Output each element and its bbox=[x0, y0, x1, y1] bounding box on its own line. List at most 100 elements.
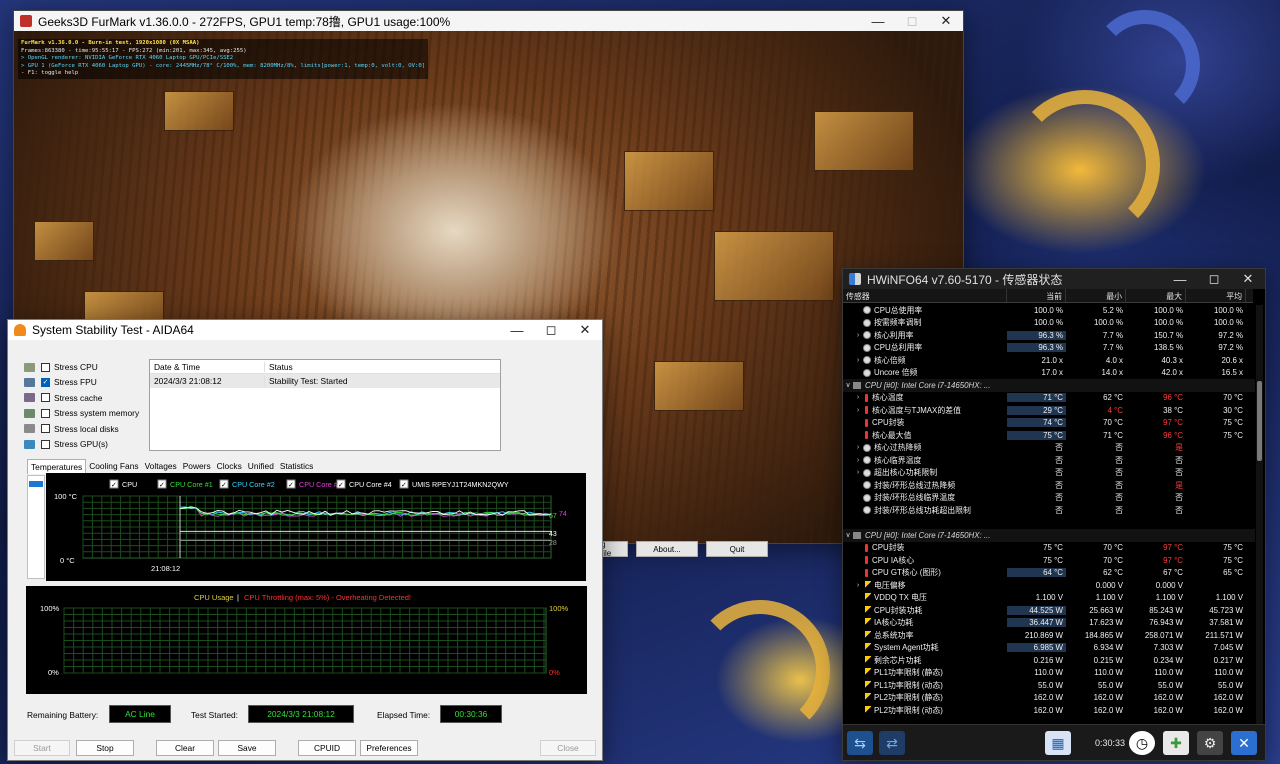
sensor-row[interactable]: 按需频率调制 100.0 % 100.0 % 100.0 % 100.0 % bbox=[843, 317, 1255, 330]
cpuid-button[interactable]: CPUID bbox=[298, 740, 356, 756]
close-icon[interactable]: ✕ bbox=[1231, 269, 1265, 289]
sensor-row[interactable]: › 核心利用率 96.3 % 7.7 % 150.7 % 97.2 % bbox=[843, 329, 1255, 342]
hwinfo-titlebar[interactable]: HWiNFO64 v7.60-5170 - 传感器状态 — ◻ ✕ bbox=[843, 269, 1265, 289]
checkbox[interactable] bbox=[41, 408, 50, 418]
stress-option-stress-gpu-s-[interactable]: Stress GPU(s) bbox=[24, 437, 108, 451]
sensor-row[interactable]: Uncore 倍频 17.0 x 14.0 x 42.0 x 16.5 x bbox=[843, 367, 1255, 380]
legend-item[interactable]: ✓ CPU bbox=[109, 479, 137, 489]
navigate-left-right-icon[interactable]: ⇆ bbox=[847, 731, 873, 755]
stress-option-stress-local-disks[interactable]: Stress local disks bbox=[24, 422, 119, 436]
collapse-icon[interactable]: ⇄ bbox=[879, 731, 905, 755]
aida64-titlebar[interactable]: System Stability Test - AIDA64 — ◻ ✕ bbox=[8, 320, 602, 340]
minimize-icon[interactable]: — bbox=[861, 11, 895, 31]
network-icon[interactable]: ▦ bbox=[1045, 731, 1071, 755]
sensor-row[interactable]: 核心最大值 75 °C 71 °C 96 °C 75 °C bbox=[843, 429, 1255, 442]
close-icon[interactable]: ✕ bbox=[1231, 731, 1257, 755]
sensor-row[interactable]: VDDQ TX 电压 1.100 V 1.100 V 1.100 V 1.100 V bbox=[843, 592, 1255, 605]
tab-unified[interactable]: Unified bbox=[245, 459, 277, 474]
sensor-row[interactable]: › 核心临界温度 否 否 否 bbox=[843, 454, 1255, 467]
expand-arrow-icon[interactable]: › bbox=[853, 582, 863, 589]
sensor-row[interactable]: › 核心倍频 21.0 x 4.0 x 40.3 x 20.6 x bbox=[843, 354, 1255, 367]
sensor-row[interactable]: CPU封装功耗 44.525 W 25.663 W 85.243 W 45.723 W bbox=[843, 604, 1255, 617]
expand-arrow-icon[interactable]: › bbox=[853, 444, 863, 451]
stress-option-stress-fpu[interactable]: ✓ Stress FPU bbox=[24, 375, 97, 389]
expand-arrow-icon[interactable]: › bbox=[853, 357, 863, 364]
sensor-row[interactable]: CPU GT核心 (图形) 64 °C 62 °C 67 °C 65 °C bbox=[843, 567, 1255, 580]
close-icon[interactable]: ✕ bbox=[929, 11, 963, 31]
sensor-group-header[interactable]: ∨ CPU [#0]: Intel Core i7-14650HX: ... bbox=[843, 379, 1255, 392]
tab-powers[interactable]: Powers bbox=[180, 459, 214, 474]
tab-temperatures[interactable]: Temperatures bbox=[27, 459, 87, 474]
sensor-row[interactable]: › 核心温度与TJMAX的差值 29 °C 4 °C 38 °C 30 °C bbox=[843, 404, 1255, 417]
column-current[interactable]: 当前 bbox=[1007, 289, 1066, 302]
sensor-group-header[interactable]: ∨ CPU [#0]: Intel Core i7-14650HX: ... bbox=[843, 529, 1255, 542]
stress-option-stress-cpu[interactable]: Stress CPU bbox=[24, 360, 98, 374]
furmark-titlebar[interactable]: Geeks3D FurMark v1.36.0.0 - 272FPS, GPU1… bbox=[14, 11, 963, 31]
close-icon[interactable]: ✕ bbox=[568, 320, 602, 340]
maximize-icon[interactable]: ◻ bbox=[1197, 269, 1231, 289]
clock-icon[interactable]: ◷ bbox=[1129, 731, 1155, 755]
minimize-icon[interactable]: — bbox=[1163, 269, 1197, 289]
stop-button[interactable]: Stop bbox=[76, 740, 134, 756]
sensor-row[interactable]: CPU总使用率 100.0 % 5.2 % 100.0 % 100.0 % bbox=[843, 304, 1255, 317]
sensor-row[interactable]: › 核心过热降频 否 否 是 bbox=[843, 442, 1255, 455]
tab-clocks[interactable]: Clocks bbox=[214, 459, 245, 474]
tab-statistics[interactable]: Statistics bbox=[277, 459, 317, 474]
collapse-arrow-icon[interactable]: ∨ bbox=[843, 531, 853, 539]
sensor-row[interactable]: PL1功率限制 (动态) 55.0 W 55.0 W 55.0 W 55.0 W bbox=[843, 679, 1255, 692]
sensor-row[interactable]: 封装/环形总线功耗超出限制 否 否 否 bbox=[843, 504, 1255, 517]
checkbox[interactable] bbox=[41, 424, 50, 434]
maximize-icon[interactable]: ◻ bbox=[895, 11, 929, 31]
sensor-row[interactable]: CPU总利用率 96.3 % 7.7 % 138.5 % 97.2 % bbox=[843, 342, 1255, 355]
sensor-row[interactable]: PL2功率限制 (动态) 162.0 W 162.0 W 162.0 W 162.0 W bbox=[843, 704, 1255, 717]
legend-item[interactable]: ✓ CPU Core #1 bbox=[157, 479, 213, 489]
about-button[interactable]: About... bbox=[636, 541, 698, 557]
sensor-row[interactable]: PL2功率限制 (静态) 162.0 W 162.0 W 162.0 W 162.0 W bbox=[843, 692, 1255, 705]
legend-item[interactable]: ✓ CPU Core #4 bbox=[336, 479, 392, 489]
stress-option-stress-cache[interactable]: Stress cache bbox=[24, 391, 102, 405]
tab-cooling-fans[interactable]: Cooling Fans bbox=[86, 459, 141, 474]
sensor-row[interactable]: › 电压偏移 0.000 V 0.000 V bbox=[843, 579, 1255, 592]
expand-arrow-icon[interactable]: › bbox=[853, 394, 863, 401]
legend-item[interactable]: ✓ CPU Core #2 bbox=[219, 479, 275, 489]
gear-icon[interactable]: ⚙ bbox=[1197, 731, 1223, 755]
tab-voltages[interactable]: Voltages bbox=[142, 459, 180, 474]
save-button[interactable]: Save bbox=[218, 740, 276, 756]
expand-arrow-icon[interactable]: › bbox=[853, 457, 863, 464]
report-add-icon[interactable]: ✚ bbox=[1163, 731, 1189, 755]
collapse-arrow-icon[interactable]: ∨ bbox=[843, 381, 853, 389]
sensor-row[interactable]: 总系统功率 210.869 W 184.865 W 258.071 W 211.571 … bbox=[843, 629, 1255, 642]
sensor-row[interactable]: CPU封装 74 °C 70 °C 97 °C 75 °C bbox=[843, 417, 1255, 430]
clear-button[interactable]: Clear bbox=[156, 740, 214, 756]
expand-arrow-icon[interactable]: › bbox=[853, 469, 863, 476]
checkbox[interactable]: ✓ bbox=[41, 377, 50, 387]
checkbox[interactable] bbox=[41, 362, 50, 372]
legend-item[interactable]: ✓ CPU Core #3 bbox=[286, 479, 342, 489]
sensor-row[interactable]: CPU封装 75 °C 70 °C 97 °C 75 °C bbox=[843, 542, 1255, 555]
preferences-button[interactable]: Preferences bbox=[360, 740, 418, 756]
sensor-row[interactable]: › 核心温度 71 °C 62 °C 96 °C 70 °C bbox=[843, 392, 1255, 405]
column-min[interactable]: 最小 bbox=[1066, 289, 1126, 302]
sensor-row[interactable]: 剩余芯片功耗 0.216 W 0.215 W 0.234 W 0.217 W bbox=[843, 654, 1255, 667]
start-button[interactable]: Start bbox=[14, 740, 70, 756]
sensor-row[interactable]: CPU IA核心 75 °C 70 °C 97 °C 75 °C bbox=[843, 554, 1255, 567]
checkbox[interactable] bbox=[41, 439, 50, 449]
sensor-row[interactable]: IA核心功耗 36.447 W 17.623 W 76.943 W 37.581 W bbox=[843, 617, 1255, 630]
quit-button[interactable]: Quit bbox=[706, 541, 768, 557]
maximize-icon[interactable]: ◻ bbox=[534, 320, 568, 340]
sensor-row[interactable]: 封装/环形总线临界温度 否 否 否 bbox=[843, 492, 1255, 505]
column-max[interactable]: 最大 bbox=[1126, 289, 1186, 302]
legend-item[interactable]: ✓ UMIS RPEYJ1T24MKN2QWY bbox=[399, 479, 509, 489]
vertical-scrollbar[interactable] bbox=[1256, 305, 1263, 725]
sensor-row[interactable]: 封装/环形总线过热降频 否 否 是 bbox=[843, 479, 1255, 492]
expand-arrow-icon[interactable]: › bbox=[853, 332, 863, 339]
minimize-icon[interactable]: — bbox=[500, 320, 534, 340]
checkbox[interactable] bbox=[41, 393, 50, 403]
column-sensor[interactable]: 传感器 bbox=[843, 289, 1007, 302]
expand-arrow-icon[interactable]: › bbox=[853, 407, 863, 414]
column-header-date[interactable]: Date & Time bbox=[150, 361, 265, 372]
sensor-row[interactable]: PL1功率限制 (静态) 110.0 W 110.0 W 110.0 W 110.0 W bbox=[843, 667, 1255, 680]
stress-option-stress-system-memory[interactable]: Stress system memory bbox=[24, 406, 139, 420]
scrollbar-thumb[interactable] bbox=[1257, 381, 1262, 461]
table-row[interactable]: 2024/3/3 21:08:12 Stability Test: Starte… bbox=[150, 374, 500, 388]
